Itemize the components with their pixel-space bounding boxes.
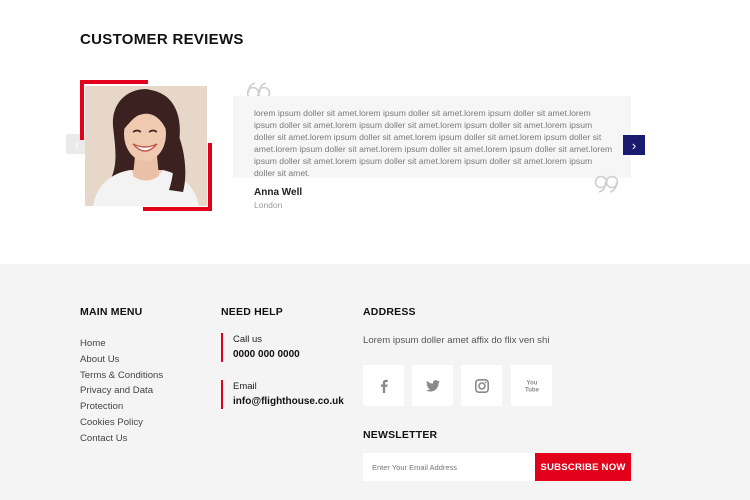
reviewer-portrait-illustration	[85, 86, 207, 206]
twitter-button[interactable]	[412, 365, 453, 406]
menu-link-protection[interactable]: Protection	[80, 401, 123, 412]
instagram-button[interactable]	[461, 365, 502, 406]
menu-link-about[interactable]: About Us	[80, 354, 119, 365]
menu-link-terms[interactable]: Terms & Conditions	[80, 370, 163, 381]
carousel-next-button[interactable]: ›	[623, 135, 645, 155]
main-menu-list: Home About Us Terms & Conditions Privacy…	[80, 336, 163, 447]
youtube-button[interactable]: You Tube	[511, 365, 552, 406]
instagram-icon	[474, 378, 489, 393]
reviews-heading-bold: REVIEWS	[172, 31, 244, 48]
email-address[interactable]: info@flighthouse.co.uk	[233, 394, 351, 409]
need-help-title: NEED HELP	[221, 306, 283, 318]
menu-item-protection[interactable]: Protection	[80, 399, 163, 415]
reviewer-photo-frame	[80, 80, 212, 212]
menu-link-contact[interactable]: Contact Us	[80, 433, 127, 444]
customer-reviews-section: CUSTOMER REVIEWS ‹ lorem ipsum doller si…	[0, 0, 750, 264]
email-block: Email info@flighthouse.co.uk	[221, 380, 351, 409]
address-text: Lorem ipsum doller amet affix do flix ve…	[363, 335, 550, 346]
menu-item-home[interactable]: Home	[80, 336, 163, 352]
menu-item-terms[interactable]: Terms & Conditions	[80, 368, 163, 384]
newsletter-email-input[interactable]	[363, 453, 535, 481]
chevron-right-icon: ›	[631, 137, 637, 153]
subscribe-button[interactable]: SUBSCRIBE NOW	[535, 453, 631, 481]
phone-number[interactable]: 0000 000 0000	[233, 347, 351, 362]
menu-item-contact[interactable]: Contact Us	[80, 431, 163, 447]
svg-text:Tube: Tube	[525, 387, 540, 393]
email-label: Email	[233, 381, 257, 392]
menu-link-cookies[interactable]: Cookies Policy	[80, 417, 143, 428]
youtube-icon: You Tube	[525, 380, 540, 393]
facebook-button[interactable]	[363, 365, 404, 406]
facebook-icon	[380, 379, 388, 393]
reviews-heading-regular: CUSTOMER	[80, 31, 168, 48]
menu-link-privacy[interactable]: Privacy and Data	[80, 385, 153, 396]
chevron-left-icon: ‹	[74, 136, 80, 152]
reviews-heading: CUSTOMER REVIEWS	[80, 31, 244, 48]
call-us-label: Call us	[233, 334, 263, 345]
reviewer-photo	[85, 86, 207, 206]
menu-item-cookies[interactable]: Cookies Policy	[80, 415, 163, 431]
main-menu-title: MAIN MENU	[80, 306, 143, 318]
reviewer-location: London	[254, 200, 283, 210]
call-us-block: Call us 0000 000 0000	[221, 333, 351, 362]
menu-item-privacy[interactable]: Privacy and Data	[80, 383, 163, 399]
twitter-icon	[425, 379, 440, 391]
quote-close-icon	[594, 175, 619, 198]
menu-item-about[interactable]: About Us	[80, 352, 163, 368]
reviewer-name: Anna Well	[254, 187, 303, 198]
review-text: lorem ipsum doller sit amet.lorem ipsum …	[254, 108, 613, 178]
newsletter-title: NEWSLETTER	[363, 429, 438, 441]
svg-text:You: You	[526, 380, 537, 386]
address-title: ADDRESS	[363, 306, 416, 318]
menu-link-home[interactable]: Home	[80, 338, 106, 349]
